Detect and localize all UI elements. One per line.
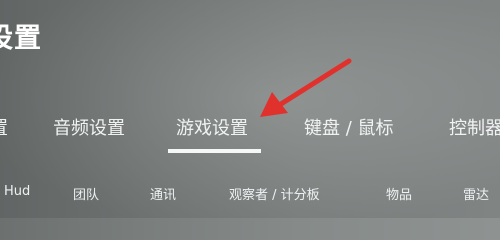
subtab-radar[interactable]: 雷达 (463, 184, 489, 203)
sub-tab-bar: Hud 团队 通讯 观察者 / 计分板 物品 雷达 (0, 177, 500, 213)
tab-partial-settings[interactable]: 置 (0, 114, 8, 140)
main-tab-bar: 置 音频设置 游戏设置 键盘 / 鼠标 控制器 (0, 106, 500, 146)
tab-keyboard-mouse[interactable]: 键盘 / 鼠标 (304, 114, 394, 140)
tab-game-settings[interactable]: 游戏设置 (176, 114, 248, 140)
page-title: 设置 (0, 23, 42, 54)
subtab-observer-scoreboard[interactable]: 观察者 / 计分板 (229, 184, 320, 203)
tab-controller[interactable]: 控制器 (449, 114, 500, 140)
tab-audio-settings[interactable]: 音频设置 (53, 114, 125, 140)
subtab-hud[interactable]: Hud (4, 184, 30, 199)
subtab-communication[interactable]: 通讯 (150, 184, 176, 203)
subtab-items[interactable]: 物品 (386, 184, 412, 203)
selected-tab-indicator (168, 149, 261, 153)
subtab-team[interactable]: 团队 (73, 184, 99, 203)
